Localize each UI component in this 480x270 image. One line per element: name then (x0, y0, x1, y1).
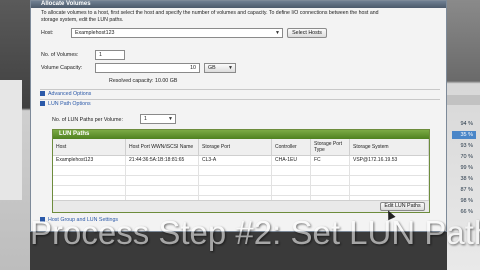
expand-icon (40, 91, 45, 96)
lun-paths-per-volume-input[interactable]: 1 ▼ (140, 114, 176, 124)
column-header-host[interactable]: Host (53, 139, 126, 156)
lun-path-options-label: LUN Path Options (48, 101, 91, 107)
collapse-icon (40, 101, 45, 106)
lun-paths-footer: Edit LUN Paths (53, 200, 429, 212)
background-percentage: 93 % (460, 143, 473, 149)
chevron-down-icon: ▼ (168, 116, 173, 122)
background-percentage: 98 % (460, 198, 473, 204)
column-header-controller[interactable]: Controller (271, 139, 311, 156)
empty-row (53, 175, 429, 186)
column-header-storage-system[interactable]: Storage System (349, 139, 429, 156)
cell-storage-port-type: FC (310, 155, 350, 166)
description-line-1: To allocate volumes to a host, first sel… (41, 10, 379, 16)
background-percentage: 70 % (460, 154, 473, 160)
cell-host-port: 21:44:36:5A:1B:18:81:65 (125, 155, 199, 166)
chevron-down-icon: ▼ (275, 30, 280, 36)
lun-paths-title: LUN Paths (53, 130, 429, 139)
table-row[interactable]: Examplehost123 21:44:36:5A:1B:18:81:65 C… (53, 155, 429, 166)
dialog-title: Allocate Volumes (31, 1, 446, 8)
dialog-description: To allocate volumes to a host, first sel… (41, 10, 441, 24)
lun-path-options-link[interactable]: LUN Path Options (40, 101, 91, 107)
resolved-capacity-label: Resolved capacity: (109, 78, 154, 84)
chevron-down-icon: ▼ (228, 65, 233, 71)
cell-controller: CHA-1EU (271, 155, 311, 166)
background-percentage: 99 % (460, 165, 473, 171)
background-column-header (447, 95, 480, 105)
capacity-unit-value: GB (208, 65, 216, 71)
capacity-unit-select[interactable]: GB ▼ (204, 63, 236, 73)
process-step-caption: Process Step #2: Set LUN Path (30, 214, 480, 251)
host-label: Host: (41, 30, 54, 36)
lun-paths-per-volume-label: No. of LUN Paths per Volume: (52, 117, 123, 123)
background-percentage: 87 % (460, 187, 473, 193)
empty-row (53, 165, 429, 176)
advanced-options-link[interactable]: Advanced Options (40, 91, 91, 97)
capacity-input[interactable]: 10 (95, 63, 200, 73)
lun-paths-panel: LUN Paths Host Host Port WWN/iSCSI Name … (52, 129, 430, 213)
cell-storage-port: CL3-A (198, 155, 272, 166)
lun-paths-table: Host Host Port WWN/iSCSI Name Storage Po… (53, 139, 429, 206)
column-header-storage-port-type[interactable]: Storage Port Type (310, 139, 350, 156)
host-select-value: Examplehost123 (75, 30, 115, 36)
host-select[interactable]: Examplehost123 ▼ (71, 28, 283, 38)
background-percentage: 38 % (460, 176, 473, 182)
divider (40, 89, 440, 90)
cell-storage-system: VSP@172.16.19.53 (349, 155, 429, 166)
background-app-left-panel (0, 80, 22, 200)
cell-host: Examplehost123 (53, 155, 126, 166)
divider (40, 99, 440, 100)
capacity-label: Volume Capacity: (41, 65, 83, 71)
advanced-options-label: Advanced Options (48, 91, 92, 97)
column-header-storage-port[interactable]: Storage Port (198, 139, 272, 156)
lun-paths-per-volume-value: 1 (144, 116, 147, 122)
num-volumes-input[interactable]: 1 (95, 50, 125, 60)
resolved-capacity-value: 10.00 GB (155, 78, 178, 84)
background-percentage: 94 % (460, 121, 473, 127)
column-header-host-port[interactable]: Host Port WWN/iSCSI Name (125, 139, 199, 156)
num-volumes-label: No. of Volumes: (41, 52, 79, 58)
background-percentage: 35 % (452, 131, 476, 139)
select-hosts-button[interactable]: Select Hosts (287, 28, 327, 38)
empty-row (53, 185, 429, 196)
description-line-2: storage system, edit the LUN paths. (41, 17, 124, 23)
